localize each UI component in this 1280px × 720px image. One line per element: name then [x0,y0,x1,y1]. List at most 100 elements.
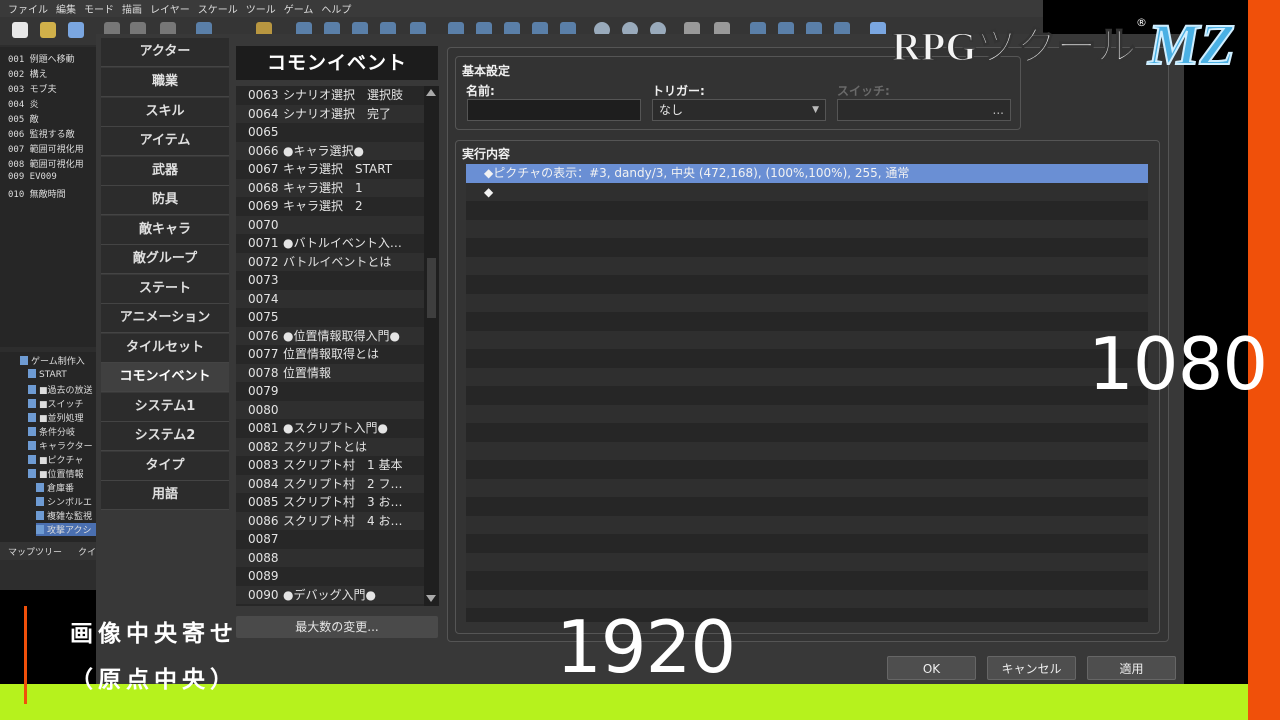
category-troops[interactable]: 敵グループ [101,245,229,274]
empty-command-row[interactable] [466,404,1148,423]
category-weapons[interactable]: 武器 [101,157,229,186]
empty-command-row[interactable] [466,275,1148,294]
list-item[interactable]: 0085 スクリプト村 3 お… [236,493,424,512]
category-common-events[interactable]: コモンイベント [101,363,229,392]
category-states[interactable]: ステート [101,275,229,304]
menu-draw[interactable]: 描画 [122,1,142,16]
empty-command-row[interactable] [466,367,1148,386]
tree-item[interactable]: キャラクター [28,439,93,452]
empty-command-row[interactable] [466,460,1148,479]
category-actors[interactable]: アクター [101,38,229,67]
tree-item[interactable]: 攻撃アクシ [36,523,96,536]
menu-game[interactable]: ゲーム [284,1,314,16]
category-types[interactable]: タイプ [101,452,229,481]
tree-item[interactable]: ■ピクチャ [28,453,83,466]
list-item[interactable]: 006 監視する敵 [8,127,75,140]
category-items[interactable]: アイテム [101,127,229,156]
menu-scale[interactable]: スケール [198,1,238,16]
tab-quick[interactable]: クイ [78,545,96,558]
empty-command-row[interactable] [466,349,1148,368]
empty-command-row[interactable] [466,330,1148,349]
list-item[interactable]: 0078 位置情報 [236,363,424,382]
empty-command-row[interactable] [466,515,1148,534]
scroll-thumb[interactable] [427,258,436,318]
scroll-up-icon[interactable] [426,89,436,96]
list-item[interactable]: 0065 [236,123,424,142]
empty-command-row[interactable] [466,238,1148,257]
empty-command-row[interactable] [466,386,1148,405]
empty-command-row[interactable] [466,256,1148,275]
command-row[interactable]: ◆ピクチャの表示：#3, dandy/3, 中央 (472,168), (100… [466,164,1148,183]
tree-item[interactable]: ■並列処理 [28,411,84,424]
tree-item[interactable]: START [28,369,67,380]
menu-help[interactable]: ヘルプ [321,1,351,16]
tree-item[interactable]: ■スイッチ [28,397,84,410]
category-armors[interactable]: 防具 [101,186,229,215]
cancel-button[interactable]: キャンセル [987,656,1076,680]
tab-map-tree[interactable]: マップツリー [8,545,62,558]
menu-edit[interactable]: 編集 [56,1,76,16]
list-item[interactable]: 0079 [236,382,424,401]
category-classes[interactable]: 職業 [101,68,229,97]
list-item[interactable]: 010 無敵時間 [8,187,66,200]
category-enemies[interactable]: 敵キャラ [101,216,229,245]
category-terms[interactable]: 用語 [101,481,229,510]
list-item[interactable]: 008 範囲可視化用 [8,157,84,170]
list-item[interactable]: 0084 スクリプト村 2 フ… [236,474,424,493]
list-item[interactable]: 0086 スクリプト村 4 お… [236,511,424,530]
tree-item[interactable]: 複雑な監視 [36,509,92,522]
list-item[interactable]: 0064 シナリオ選択 完了 [236,104,424,123]
command-row[interactable]: ◆ [466,182,1148,201]
list-item[interactable]: 001 例題へ移動 [8,52,75,65]
empty-command-row[interactable] [466,293,1148,312]
list-item[interactable]: 0071 ●バトルイベント入… [236,234,424,253]
menu-layer[interactable]: レイヤー [150,1,190,16]
empty-command-row[interactable] [466,312,1148,331]
empty-command-row[interactable] [466,552,1148,571]
empty-command-row[interactable] [466,534,1148,553]
list-item[interactable]: 0081 ●スクリプト入門● [236,419,424,438]
trigger-select[interactable]: なし ▼ [652,99,826,121]
tree-item[interactable]: ゲーム制作入 [20,354,85,367]
list-item[interactable]: 0066 ●キャラ選択● [236,141,424,160]
switch-field[interactable]: ... [837,99,1011,121]
list-item[interactable]: 005 敵 [8,112,39,125]
empty-command-row[interactable] [466,219,1148,238]
list-item[interactable]: 0090 ●デバッグ入門● [236,585,424,604]
list-item[interactable]: 004 炎 [8,97,39,110]
list-item[interactable]: 0070 [236,215,424,234]
new-project-icon[interactable] [12,22,28,38]
list-item[interactable]: 0077 位置情報取得とは [236,345,424,364]
change-max-button[interactable]: 最大数の変更... [236,616,438,638]
category-tilesets[interactable]: タイルセット [101,334,229,363]
empty-command-row[interactable] [466,571,1148,590]
menu-tools[interactable]: ツール [246,1,276,16]
empty-command-row[interactable] [466,201,1148,220]
list-item[interactable]: 002 構え [8,67,48,80]
empty-command-row[interactable] [466,497,1148,516]
list-item[interactable]: 0072 バトルイベントとは [236,252,424,271]
tree-item[interactable]: 条件分岐 [28,425,75,438]
list-item[interactable]: 0063 シナリオ選択 選択肢 [236,86,424,105]
list-item[interactable]: 0067 キャラ選択 START [236,160,424,179]
category-animations[interactable]: アニメーション [101,304,229,333]
list-item[interactable]: 0088 [236,548,424,567]
apply-button[interactable]: 適用 [1087,656,1176,680]
list-item[interactable]: 0075 [236,308,424,327]
list-item[interactable]: 0068 キャラ選択 1 [236,178,424,197]
menu-mode[interactable]: モード [84,1,114,16]
category-skills[interactable]: スキル [101,98,229,127]
category-system2[interactable]: システム2 [101,422,229,451]
list-item[interactable]: 0080 [236,400,424,419]
list-item[interactable]: 007 範囲可視化用 [8,142,84,155]
menu-file[interactable]: ファイル [8,1,48,16]
open-project-icon[interactable] [40,22,56,38]
list-item[interactable]: 0074 [236,289,424,308]
tree-item[interactable]: ■位置情報 [28,467,84,480]
tree-item[interactable]: ■過去の放送 [28,383,93,396]
list-item[interactable]: 0069 キャラ選択 2 [236,197,424,216]
empty-command-row[interactable] [466,423,1148,442]
list-item[interactable]: 009 EV009 [8,172,57,182]
ok-button[interactable]: OK [887,656,976,680]
list-item[interactable]: 0073 [236,271,424,290]
